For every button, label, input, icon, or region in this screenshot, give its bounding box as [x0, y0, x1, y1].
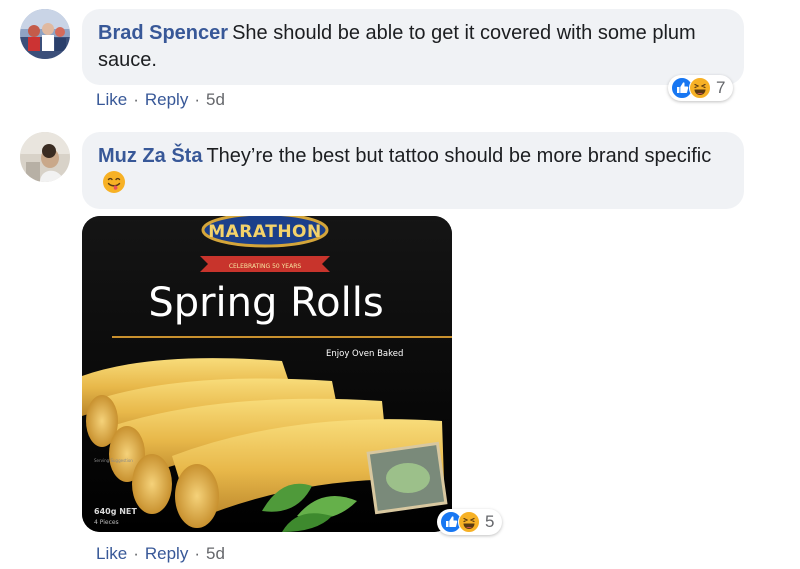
- comment-bubble: Brad Spencer She should be able to get it…: [82, 9, 744, 85]
- separator-dot: ·: [194, 90, 200, 109]
- reply-button[interactable]: Reply: [145, 90, 188, 110]
- comment-actions: Like · Reply · 5d: [96, 90, 225, 110]
- haha-icon: [689, 77, 711, 99]
- reaction-count: 7: [716, 78, 726, 97]
- comment-timestamp[interactable]: 5d: [206, 544, 225, 564]
- like-button[interactable]: Like: [96, 90, 127, 110]
- comment-author-name[interactable]: Muz Za Šta: [98, 145, 202, 167]
- brand-logo-text: MARATHON: [208, 222, 322, 242]
- net-weight-text: 640g NET: [94, 507, 137, 516]
- banner-text: CELEBRATING 50 YEARS: [229, 263, 302, 270]
- comment-author-name[interactable]: Brad Spencer: [98, 22, 228, 44]
- comment-photo[interactable]: MARATHON CELEBRATING 50 YEARS Spring Rol…: [82, 216, 452, 532]
- comment-text: They’re the best but tattoo should be mo…: [206, 145, 712, 167]
- avatar-muz-za-sta[interactable]: [20, 132, 70, 182]
- reply-button[interactable]: Reply: [145, 544, 188, 564]
- comment-timestamp[interactable]: 5d: [206, 90, 225, 110]
- pieces-text: 4 Pieces: [94, 519, 119, 526]
- tongue-out-emoji-icon: [103, 171, 125, 193]
- serving-suggestion-text: Serving Suggestion: [94, 458, 133, 463]
- separator-dot: ·: [133, 544, 139, 563]
- product-title: Spring Rolls: [148, 280, 383, 326]
- reaction-summary[interactable]: 7: [668, 75, 734, 101]
- avatar-brad-spencer[interactable]: [20, 9, 70, 59]
- separator-dot: ·: [194, 544, 200, 563]
- comment-bubble: Muz Za Šta They’re the best but tattoo sh…: [82, 132, 744, 209]
- haha-icon: [458, 511, 480, 533]
- reaction-count: 5: [485, 512, 495, 531]
- comment-actions: Like · Reply · 5d: [96, 544, 225, 564]
- product-tagline: Enjoy Oven Baked: [326, 349, 403, 359]
- like-button[interactable]: Like: [96, 544, 127, 564]
- reaction-summary[interactable]: 5: [437, 509, 503, 535]
- separator-dot: ·: [133, 90, 139, 109]
